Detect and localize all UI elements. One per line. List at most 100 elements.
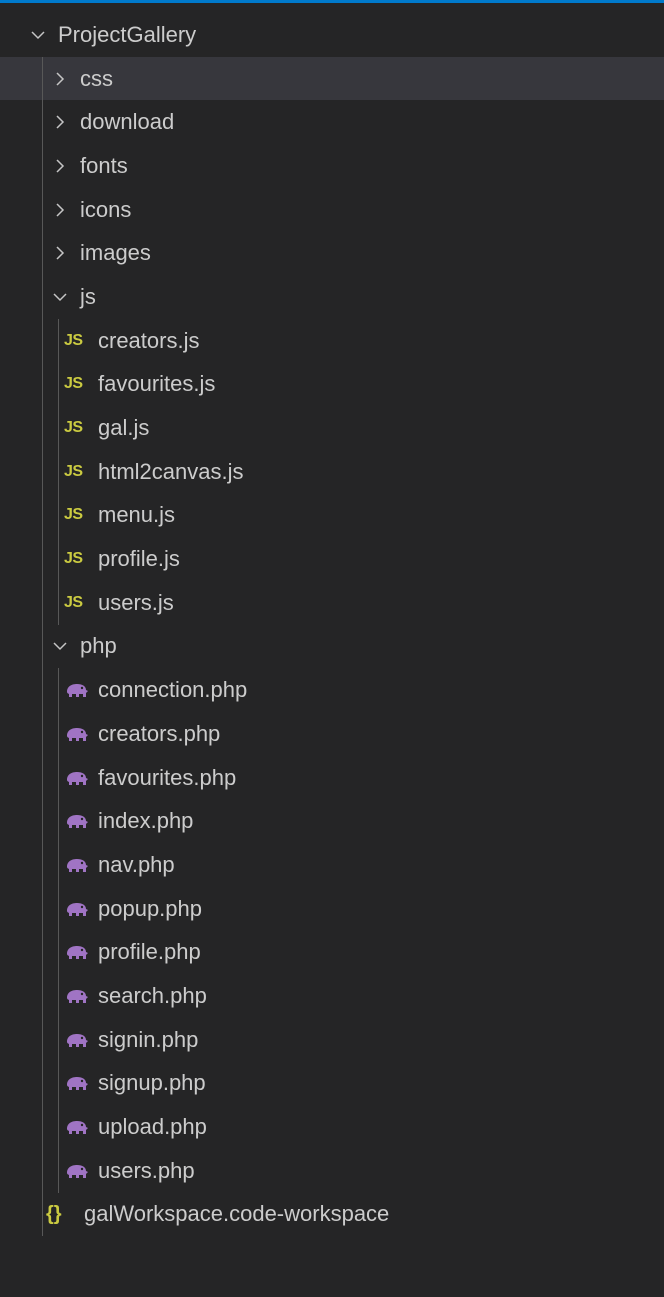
chevron-down-icon [52,638,74,654]
chevron-down-icon [52,289,74,305]
php-elephant-icon [64,768,94,788]
php-elephant-icon [64,855,94,875]
tree-item-menu-js[interactable]: JS menu.js [0,493,664,538]
chevron-right-icon [52,114,74,130]
tree-item-profile-js[interactable]: JS profile.js [0,537,664,581]
tree-item-label: gal.js [98,415,150,441]
tree-item-projectgallery[interactable]: ProjectGallery [0,13,664,57]
tree-item-nav-php[interactable]: nav.php [0,843,664,887]
indent-guide [42,362,43,407]
tree-item-css[interactable]: css [0,56,664,101]
tree-item-profile-php[interactable]: profile.php [0,930,664,975]
indent-guide [58,362,59,407]
tree-item-popup-php[interactable]: popup.php [0,886,664,931]
php-elephant-icon [64,1161,94,1181]
indent-guide [42,755,43,800]
tree-item-gal-js[interactable]: JS gal.js [0,406,664,450]
tree-item-label: php [80,633,117,659]
javascript-file-icon: JS [64,593,83,611]
javascript-file-icon: JS [64,550,83,568]
tree-item-upload-php[interactable]: upload.php [0,1105,664,1149]
indent-guide [58,406,59,450]
tree-item-users-js[interactable]: JS users.js [0,580,664,625]
indent-guide [58,1105,59,1149]
indent-guide [42,843,43,887]
tree-item-label: js [80,283,96,309]
indent-guide [58,886,59,931]
indent-guide [58,493,59,538]
tree-item-label: images [80,240,151,266]
tree-item-signin-php[interactable]: signin.php [0,1017,664,1062]
javascript-file-icon: JS [64,462,83,480]
indent-guide [58,668,59,712]
php-elephant-icon [64,942,94,962]
tree-item-images[interactable]: images [0,231,664,276]
indent-guide [42,187,43,232]
tree-item-users-php[interactable]: users.php [0,1148,664,1193]
tree-item-label: favourites.php [98,764,237,790]
chevron-down-icon [30,27,52,43]
tree-item-icons[interactable]: icons [0,187,664,232]
tree-item-search-php[interactable]: search.php [0,974,664,1018]
tree-item-favourites-php[interactable]: favourites.php [0,755,664,800]
tree-item-workspace[interactable]: {} galWorkspace.code-workspace [0,1192,664,1237]
javascript-file-icon: JS [64,375,83,393]
tree-item-label: users.js [98,589,174,615]
indent-guide [42,580,43,625]
indent-guide [42,624,43,669]
indent-guide [42,406,43,450]
indent-guide [42,100,43,145]
indent-guide [42,1017,43,1062]
tree-item-index-php[interactable]: index.php [0,799,664,844]
php-elephant-icon [64,1030,94,1050]
javascript-file-icon: JS [64,419,83,437]
tree-item-creators-php[interactable]: creators.php [0,712,664,756]
php-elephant-icon [64,811,94,831]
chevron-right-icon [52,71,74,87]
tree-item-connection-php[interactable]: connection.php [0,668,664,712]
tree-item-html2canvas-js[interactable]: JS html2canvas.js [0,449,664,494]
tree-item-signup-php[interactable]: signup.php [0,1061,664,1106]
tree-item-label: icons [80,196,132,222]
indent-guide [42,1061,43,1106]
tree-item-creators-js[interactable]: JS creators.js [0,318,664,363]
file-explorer: ProjectGallery css download fonts icons … [0,0,664,1297]
indent-guide [42,56,43,101]
indent-guide [58,799,59,844]
tree-item-js[interactable]: js [0,275,664,319]
chevron-right-icon [52,245,74,261]
indent-guide [58,755,59,800]
indent-guide [42,974,43,1018]
tree-item-label: css [80,65,113,91]
javascript-file-icon: JS [64,331,83,349]
tree-item-label: creators.js [98,327,200,353]
tree-item-download[interactable]: download [0,100,664,145]
indent-guide [58,537,59,581]
indent-guide [42,799,43,844]
javascript-file-icon: JS [64,506,83,524]
tree-item-php[interactable]: php [0,624,664,669]
indent-guide [42,668,43,712]
file-tree: ProjectGallery css download fonts icons … [0,13,664,1237]
tree-item-fonts[interactable]: fonts [0,144,664,188]
indent-guide [42,712,43,756]
php-elephant-icon [64,899,94,919]
tree-item-label: nav.php [98,851,175,877]
php-elephant-icon [64,986,94,1006]
indent-guide [58,1017,59,1062]
php-elephant-icon [64,680,94,700]
tree-item-label: upload.php [98,1114,207,1140]
indent-guide [58,318,59,363]
indent-guide [58,1148,59,1193]
tree-item-label: menu.js [98,502,176,528]
tree-item-label: download [80,109,175,135]
tree-item-favourites-js[interactable]: JS favourites.js [0,362,664,407]
indent-guide [58,1061,59,1106]
indent-guide [42,318,43,363]
indent-guide [58,580,59,625]
indent-guide [42,449,43,494]
indent-guide [42,930,43,975]
tree-item-label: search.php [98,982,207,1008]
tree-item-label: html2canvas.js [98,458,244,484]
tree-item-label: profile.php [98,939,201,965]
